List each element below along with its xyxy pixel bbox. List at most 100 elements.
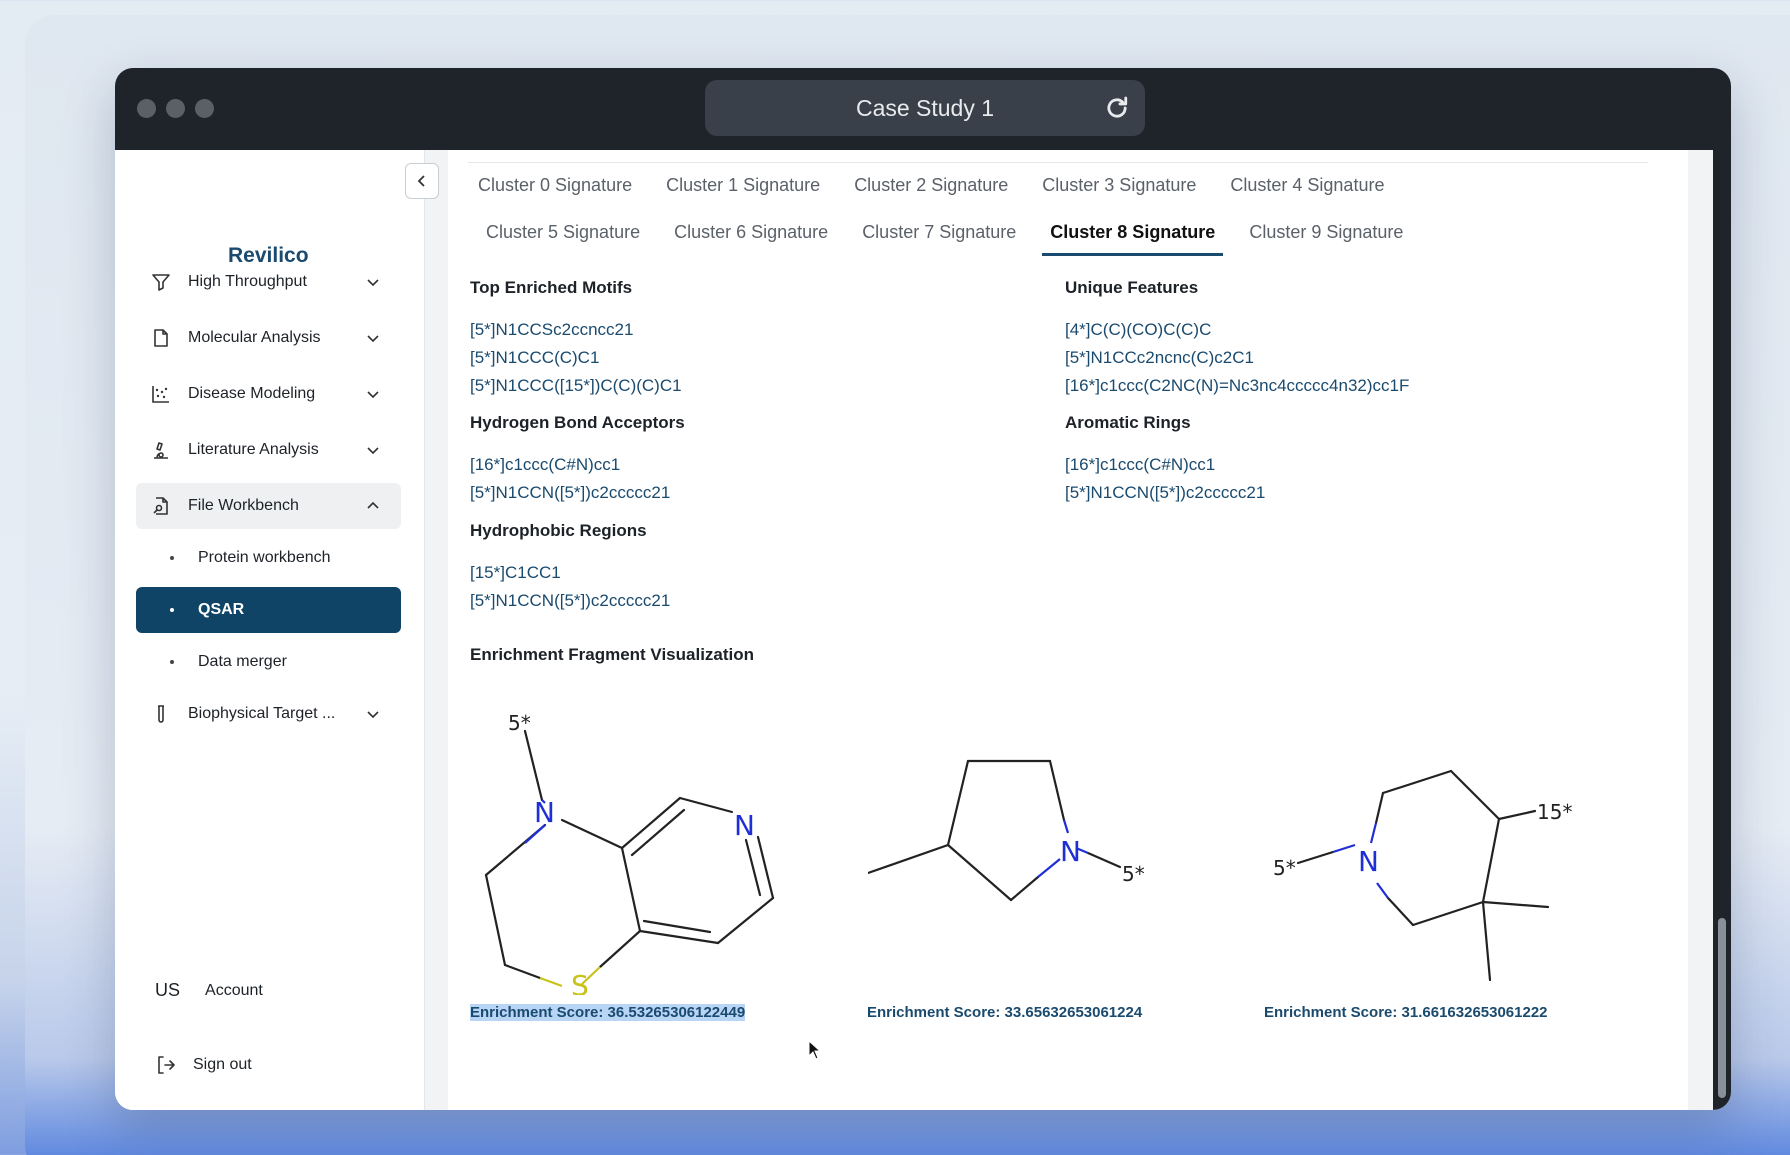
attachment-label: 15*	[1537, 800, 1572, 824]
tab-cluster-4[interactable]: Cluster 4 Signature	[1230, 175, 1384, 206]
file-icon	[150, 327, 172, 349]
tab-cluster-0[interactable]: Cluster 0 Signature	[478, 175, 632, 206]
sign-out-icon	[158, 1056, 175, 1074]
tab-cluster-6[interactable]: Cluster 6 Signature	[674, 222, 828, 256]
sidebar-subitem-data-merger[interactable]: Data merger	[136, 639, 401, 685]
nitrogen-atom: N	[1060, 835, 1081, 868]
close-window-button[interactable]	[137, 99, 156, 118]
tab-row-1: Cluster 0 Signature Cluster 1 Signature …	[478, 175, 1418, 206]
sidebar-item-disease-modeling[interactable]: Disease Modeling	[136, 371, 401, 417]
tab-row-2: Cluster 5 Signature Cluster 6 Signature …	[486, 222, 1437, 256]
tab-cluster-7[interactable]: Cluster 7 Signature	[862, 222, 1016, 256]
hba-list: [16*]c1ccc(C#N)cc1 [5*]N1CCN([5*])c2cccc…	[470, 451, 670, 507]
main-content: Cluster 0 Signature Cluster 1 Signature …	[426, 150, 1716, 1110]
smiles-item: [5*]N1CCC(C)C1	[470, 348, 600, 367]
sidebar-subitem-qsar[interactable]: QSAR	[136, 587, 401, 633]
chevron-left-icon	[417, 175, 425, 187]
file-search-icon	[150, 495, 172, 517]
window-controls	[137, 99, 214, 118]
attachment-label: 5*	[508, 711, 531, 735]
attachment-label: 5*	[1273, 856, 1296, 880]
section-title-unique: Unique Features	[1065, 278, 1199, 297]
sidebar-item-literature-analysis[interactable]: Literature Analysis	[136, 427, 401, 473]
mouse-cursor-icon	[808, 1040, 822, 1060]
sidebar-item-molecular-analysis[interactable]: Molecular Analysis	[136, 315, 401, 361]
smiles-item: [5*]N1CCN([5*])c2ccccc21	[1065, 483, 1266, 502]
smiles-item: [5*]N1CCN([5*])c2ccccc21	[470, 591, 671, 610]
minimize-window-button[interactable]	[166, 99, 185, 118]
sidebar-item-label: High Throughput	[188, 273, 307, 290]
tab-cluster-8[interactable]: Cluster 8 Signature	[1042, 222, 1224, 256]
smiles-item: [5*]N1CCc2ncnc(C)c2C1	[1065, 348, 1254, 367]
attachment-label: 5*	[1122, 862, 1145, 886]
avatar: US	[155, 980, 181, 1000]
filter-icon	[150, 271, 172, 293]
sidebar-subitem-protein-workbench[interactable]: Protein workbench	[136, 535, 401, 581]
aromatic-list: [16*]c1ccc(C#N)cc1 [5*]N1CCN([5*])c2cccc…	[1065, 451, 1265, 507]
microscope-icon	[150, 439, 172, 461]
smiles-item: [16*]c1ccc(C#N)cc1	[470, 455, 621, 474]
sidebar-item-high-throughput[interactable]: High Throughput	[136, 259, 401, 305]
chevron-down-icon	[367, 279, 379, 287]
signature-panel: Cluster 0 Signature Cluster 1 Signature …	[448, 150, 1688, 1110]
sidebar-subitem-label: QSAR	[198, 601, 245, 618]
smiles-item: [16*]c1ccc(C2NC(N)=Nc3nc4ccccc4n32)cc1F	[1065, 376, 1410, 395]
tab-cluster-9[interactable]: Cluster 9 Signature	[1249, 222, 1403, 256]
sidebar-item-label: Molecular Analysis	[188, 329, 321, 346]
tab-cluster-2[interactable]: Cluster 2 Signature	[854, 175, 1008, 206]
sidebar-item-file-workbench[interactable]: File Workbench	[136, 483, 401, 529]
bullet	[170, 556, 174, 560]
tab-cluster-5[interactable]: Cluster 5 Signature	[486, 222, 640, 256]
window-title: Case Study 1	[855, 94, 995, 121]
sidebar-item-label: File Workbench	[188, 497, 299, 514]
smiles-item: [5*]N1CCSc2ccncc21	[470, 320, 634, 339]
tab-cluster-1[interactable]: Cluster 1 Signature	[666, 175, 820, 206]
reload-icon[interactable]	[1103, 94, 1131, 122]
chevron-down-icon	[367, 711, 379, 719]
chevron-down-icon	[367, 391, 379, 399]
divider	[468, 162, 1648, 163]
chevron-down-icon	[367, 447, 379, 455]
section-title-visualization: Enrichment Fragment Visualization	[470, 645, 755, 664]
section-title-top-enriched: Top Enriched Motifs	[470, 278, 633, 297]
section-title-hba: Hydrogen Bond Acceptors	[470, 413, 685, 432]
fragment-structure-3: N 5* 15*	[1273, 769, 1572, 982]
section-title-hydrophobic: Hydrophobic Regions	[470, 521, 647, 540]
sidebar-item-label: Disease Modeling	[188, 385, 316, 402]
nitrogen-atom: N	[734, 809, 755, 842]
smiles-item: [5*]N1CCN([5*])c2ccccc21	[470, 483, 671, 502]
tab-cluster-3[interactable]: Cluster 3 Signature	[1042, 175, 1196, 206]
collapse-sidebar-button[interactable]	[405, 163, 439, 199]
nitrogen-atom: N	[1358, 845, 1379, 878]
app-window: Case Study 1 cc Revilico High Through	[115, 68, 1731, 1110]
enrichment-score-2: Enrichment Score: 33.65632653061224	[867, 1004, 1143, 1021]
unique-features-list: [4*]C(C)(CO)C(C)C [5*]N1CCc2ncnc(C)c2C1 …	[1065, 316, 1409, 400]
sidebar-item-biophysical-target[interactable]: Biophysical Target ...	[136, 691, 401, 737]
bullet	[170, 660, 174, 664]
account-label: Account	[205, 981, 263, 999]
top-enriched-list: [5*]N1CCSc2ccncc21 [5*]N1CCC(C)C1 [5*]N1…	[470, 316, 682, 400]
enrichment-score-3: Enrichment Score: 31.661632653061222	[1264, 1004, 1548, 1021]
hydrophobic-list: [15*]C1CC1 [5*]N1CCN([5*])c2ccccc21	[470, 559, 670, 615]
smiles-item: [4*]C(C)(CO)C(C)C	[1065, 320, 1212, 339]
zoom-window-button[interactable]	[195, 99, 214, 118]
sign-out-button[interactable]: Sign out	[155, 1054, 252, 1076]
sidebar-item-label: Literature Analysis	[188, 441, 319, 458]
sidebar-item-label: Biophysical Target ...	[188, 705, 336, 722]
chevron-down-icon	[367, 335, 379, 343]
fragment-structure-2: N 5*	[868, 759, 1145, 902]
sidebar-subitem-label: Protein workbench	[198, 549, 331, 566]
sidebar: Revilico High Throughput Molecular Analy…	[115, 150, 425, 1110]
test-tube-icon	[150, 703, 172, 725]
address-bar[interactable]: Case Study 1	[705, 80, 1145, 136]
sign-out-label: Sign out	[193, 1056, 252, 1073]
chevron-up-icon	[367, 501, 379, 509]
smiles-item: [15*]C1CC1	[470, 563, 561, 582]
bullet	[170, 608, 174, 612]
sulfur-atom: S	[571, 969, 589, 995]
smiles-item: [5*]N1CCC([15*])C(C)(C)C1	[470, 376, 682, 395]
scrollbar-thumb[interactable]	[1718, 918, 1726, 1098]
account-link[interactable]: US Account	[155, 980, 263, 1001]
scatter-icon	[150, 383, 172, 405]
title-bar: Case Study 1 cc	[115, 68, 1731, 150]
